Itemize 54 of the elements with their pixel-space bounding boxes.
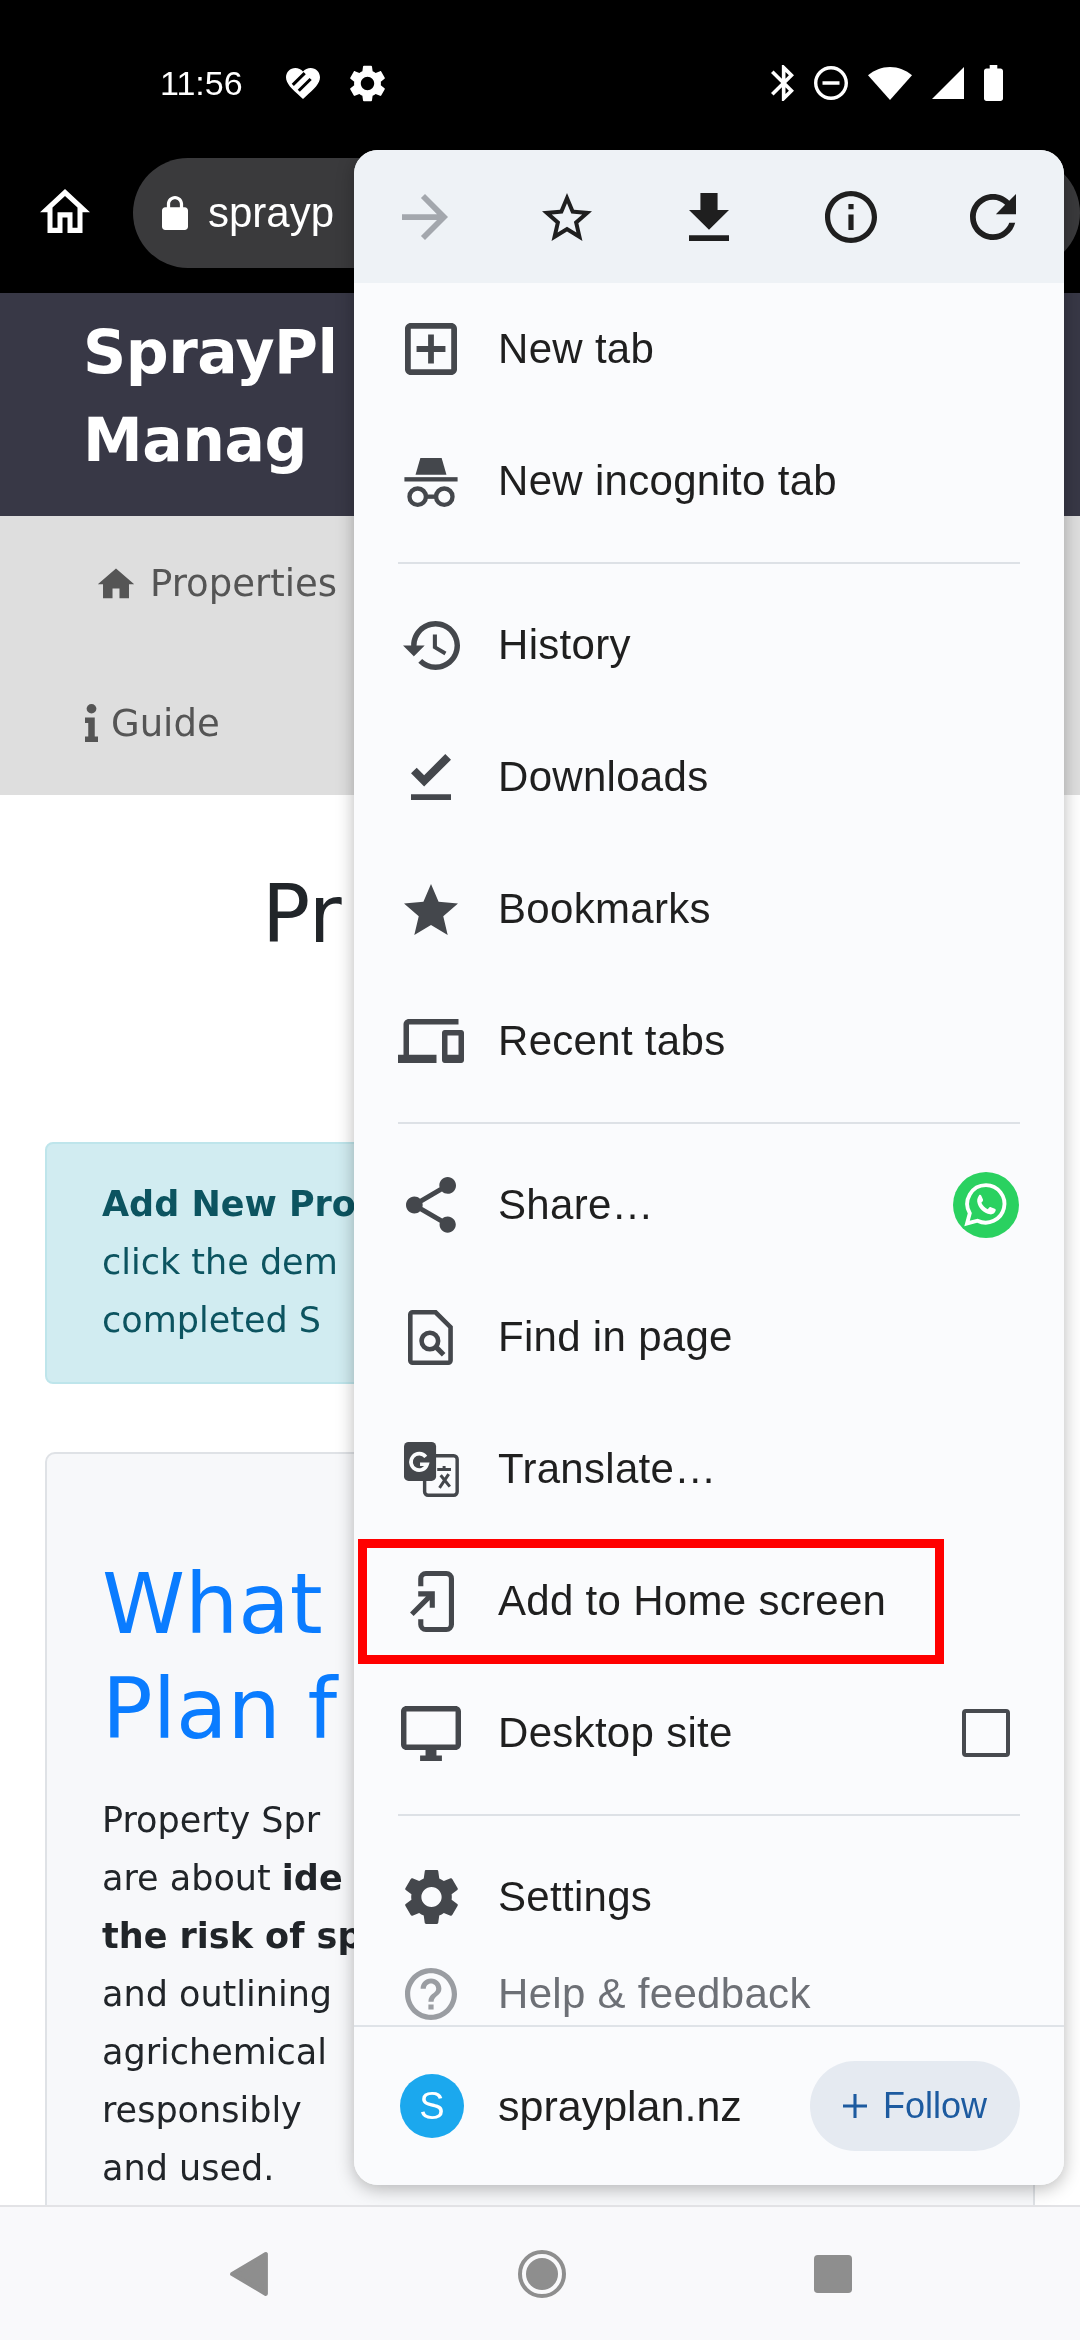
menu-item[interactable]: Help & feedback [354, 1966, 811, 2022]
history-icon [402, 620, 460, 670]
nav-link[interactable]: Guide [85, 693, 220, 753]
translate-icon [403, 1441, 459, 1497]
star-outline-icon[interactable] [542, 192, 592, 241]
back-icon[interactable] [228, 2250, 270, 2297]
menu-item[interactable]: Desktop site [354, 1697, 733, 1769]
menu-item[interactable]: New incognito tab [354, 445, 837, 517]
menu-item[interactable]: Bookmarks [354, 873, 711, 945]
menu-item[interactable]: History [354, 609, 631, 681]
battery-icon [984, 65, 1003, 101]
menu-item[interactable]: Downloads [354, 741, 709, 813]
menu-item[interactable]: Add to Home screen [354, 1565, 887, 1637]
home-circle-icon[interactable] [518, 2249, 566, 2298]
menu-item[interactable]: Find in page [354, 1301, 733, 1373]
menu-item[interactable]: Settings [354, 1861, 653, 1933]
menu-item[interactable]: New tab [354, 313, 655, 385]
checkbox[interactable] [962, 1709, 1010, 1757]
signal-icon [932, 67, 964, 99]
nav-link[interactable]: Properties [85, 553, 337, 613]
download-icon[interactable] [689, 192, 729, 241]
site-avatar: S [400, 2074, 464, 2138]
help-icon [405, 1968, 457, 2020]
overview-icon[interactable] [814, 2254, 852, 2293]
alert-text: Add New Pro click the dem completed S [102, 1183, 356, 1342]
do-not-disturb-icon [814, 66, 848, 100]
site-name: sprayplan.nz [498, 2081, 742, 2131]
info-icon[interactable] [825, 190, 877, 243]
settings-icon [349, 64, 385, 102]
status-time: 11:56 [160, 64, 243, 102]
plus-icon [843, 2094, 867, 2118]
monitor-icon [401, 1705, 461, 1761]
refresh-icon[interactable] [970, 193, 1016, 240]
share-icon [406, 1177, 456, 1233]
card-title: What Plan f [102, 1554, 337, 1760]
bluetooth-icon [771, 65, 794, 101]
menu-item[interactable]: Share… [354, 1169, 654, 1241]
settings-icon [404, 1869, 458, 1925]
star-icon [404, 883, 458, 935]
heart-icon [285, 67, 320, 99]
menu-item[interactable]: Translate… [354, 1433, 717, 1505]
download-check-icon [411, 754, 451, 800]
menu-item[interactable]: Recent tabs [354, 1005, 726, 1077]
home-icon[interactable] [40, 189, 90, 233]
follow-button[interactable]: Follow [810, 2061, 1020, 2151]
wifi-icon [868, 66, 912, 100]
info-icon [85, 704, 98, 742]
page-heading: Pr [262, 867, 342, 963]
site-title: SprayPl Manag [83, 316, 338, 477]
phone-arrow-icon [408, 1570, 454, 1632]
devices-icon [398, 1019, 464, 1063]
house-icon [97, 567, 135, 599]
lock-icon [162, 196, 188, 230]
find-in-page-icon [408, 1309, 454, 1365]
